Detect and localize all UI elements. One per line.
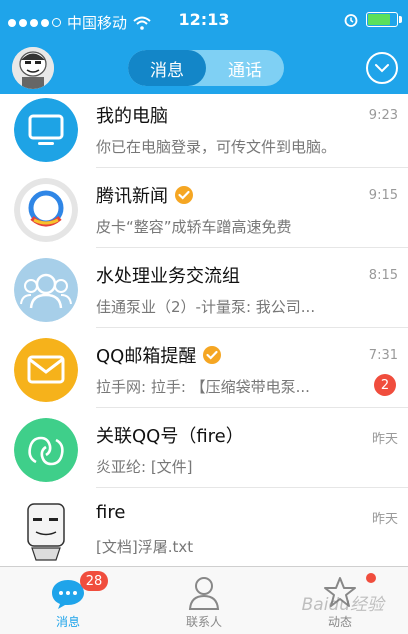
conversation-item[interactable]: 我的电脑 9:23 你已在电脑登录，可传文件到电脑。 [0, 94, 408, 168]
verified-icon [203, 346, 222, 364]
verified-icon [175, 186, 193, 204]
watermark: Baidu经验 [301, 595, 384, 615]
tab-label: 动态 [327, 615, 352, 629]
message-call-segmented-control: 消息 通话 [128, 50, 284, 86]
conversation-item[interactable]: fire 昨天 [文档]浮屠.txt [0, 488, 408, 566]
conversation-item[interactable]: QQ邮箱提醒 7:31 拉手网: 拉手: 【压缩袋带电泵... 2 [0, 328, 408, 408]
tab-label: 消息 [55, 615, 80, 629]
conversation-preview: 皮卡“整容”成轿车蹭高速免费 [96, 218, 292, 236]
conversation-preview: 佳通泵业（2）-计量泵: 我公司... [96, 298, 316, 316]
group-icon [14, 258, 78, 322]
conversation-time: 8:15 [368, 268, 398, 283]
menu-button[interactable] [366, 52, 398, 84]
user-avatar[interactable] [12, 47, 54, 89]
conversation-name: fire [96, 502, 126, 523]
conversation-name: 腾讯新闻 [96, 186, 168, 207]
unread-badge: 2 [374, 374, 396, 396]
conversation-preview: 炎亚纶: [文件] [96, 458, 193, 476]
tab-messages-bottom[interactable]: 28 消息 [0, 567, 136, 634]
contacts-icon [188, 577, 220, 610]
tab-label: 联系人 [185, 615, 222, 629]
mail-icon [14, 338, 78, 402]
conversation-time: 7:31 [368, 348, 398, 363]
conversation-preview: [文档]浮屠.txt [96, 538, 194, 556]
alarm-icon [344, 13, 358, 27]
conversation-list: 我的电脑 9:23 你已在电脑登录，可传文件到电脑。 腾讯新闻 9:15 皮卡“… [0, 94, 408, 566]
conversation-name: QQ邮箱提醒 [96, 346, 197, 367]
conversation-time: 9:15 [368, 188, 398, 203]
computer-icon [14, 98, 78, 162]
conversation-time: 9:23 [368, 108, 398, 123]
conversation-preview: 你已在电脑登录，可传文件到电脑。 [96, 138, 337, 156]
battery-icon [366, 12, 402, 27]
conversation-item[interactable]: 水处理业务交流组 8:15 佳通泵业（2）-计量泵: 我公司... [0, 248, 408, 328]
notification-dot [366, 573, 376, 583]
tab-calls[interactable]: 通话 [206, 50, 284, 86]
conversation-time: 昨天 [371, 432, 398, 447]
status-bar: 中国移动 12:13 [0, 0, 408, 42]
conversation-time: 昨天 [371, 512, 398, 527]
conversation-item[interactable]: 腾讯新闻 9:15 皮卡“整容”成轿车蹭高速免费 [0, 168, 408, 248]
linked-account-icon [14, 418, 78, 482]
conversation-name: 我的电脑 [96, 106, 168, 127]
tencent-news-icon [14, 178, 78, 242]
conversation-preview: 拉手网: 拉手: 【压缩袋带电泵... [96, 378, 310, 396]
conversation-name: 水处理业务交流组 [96, 266, 240, 287]
conversation-item[interactable]: 关联QQ号（fire） 昨天 炎亚纶: [文件] [0, 408, 408, 488]
tab-messages[interactable]: 消息 [128, 50, 206, 86]
message-count-badge: 28 [80, 571, 108, 591]
chevron-down-icon [375, 64, 389, 73]
conversation-name: 关联QQ号（fire） [96, 426, 244, 447]
fire-avatar [14, 498, 78, 562]
tab-contacts[interactable]: 联系人 [136, 567, 272, 634]
